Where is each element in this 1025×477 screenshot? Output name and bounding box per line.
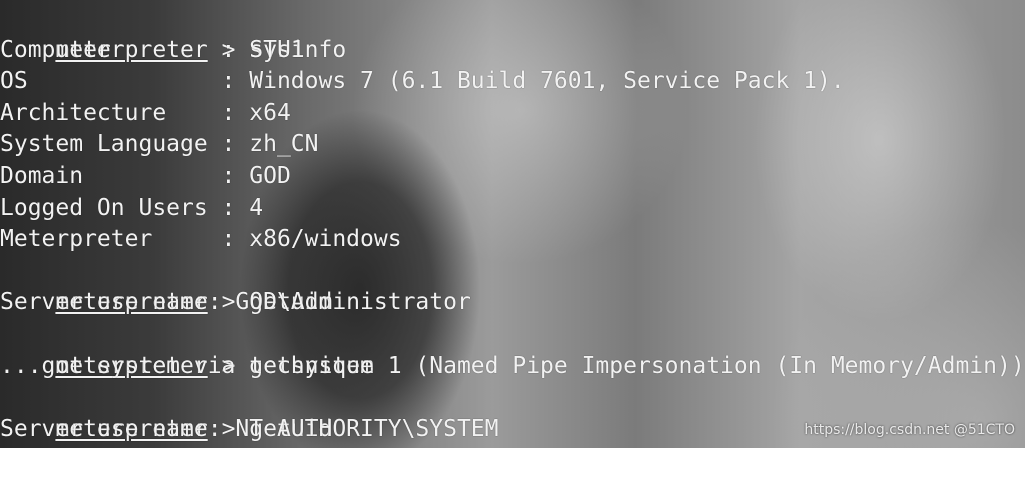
sysinfo-architecture-line: Architecture : x64 bbox=[0, 99, 291, 126]
sysinfo-meterpreter-line: Meterpreter : x86/windows bbox=[0, 226, 402, 253]
terminal-output[interactable]: meterpreter > sysinfo Computer : STU1 OS… bbox=[0, 3, 1025, 448]
sysinfo-os-line: OS : Windows 7 (6.1 Build 7601, Service … bbox=[0, 68, 845, 95]
sysinfo-language-line: System Language : zh_CN bbox=[0, 131, 319, 158]
sysinfo-domain-line: Domain : GOD bbox=[0, 162, 291, 189]
terminal-line-prompt-getsystem: meterpreter > getsystem bbox=[0, 319, 1025, 379]
terminal-line-prompt-getuid-1: meterpreter > getuid bbox=[0, 256, 1025, 315]
sysinfo-computer-line: Computer : STU1 bbox=[0, 36, 305, 63]
terminal-line-prompt-getuid-2: meterpreter > getuid bbox=[0, 382, 1025, 442]
terminal-line-prompt-sysinfo: meterpreter > sysinfo bbox=[0, 3, 1025, 63]
getsystem-output-line: ...got system via technique 1 (Named Pip… bbox=[0, 352, 1025, 379]
watermark: https://blog.csdn.net @51CTO bbox=[804, 422, 1015, 438]
sysinfo-logged-on-users-line: Logged On Users : 4 bbox=[0, 194, 264, 221]
getuid-output-line-1: Server username: GOD\Administrator bbox=[0, 289, 471, 316]
